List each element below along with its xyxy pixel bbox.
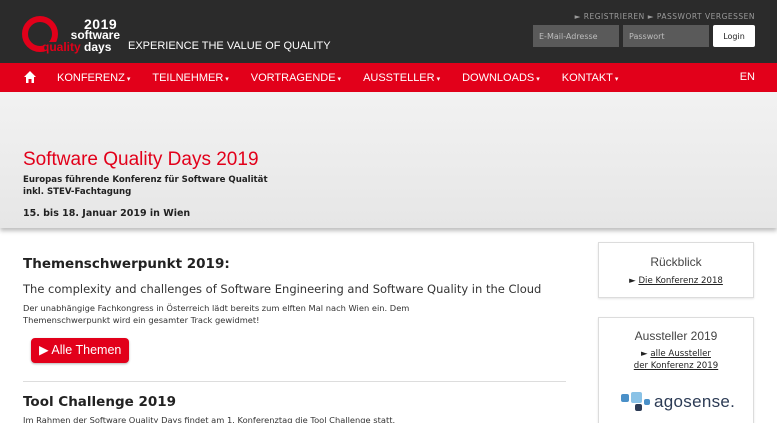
sponsor-name: agosense.: [654, 392, 736, 411]
home-icon[interactable]: [23, 70, 37, 84]
hero-title: Software Quality Days 2019: [23, 149, 259, 170]
login-button[interactable]: Login: [713, 25, 755, 47]
account-links: ► REGISTRIEREN ► PASSWORT VERGESSEN: [575, 12, 755, 21]
nav-item-konferenz[interactable]: KONFERENZ ▾: [57, 72, 130, 84]
link-alle-aussteller[interactable]: ► alle Aussteller der Konferenz 2019: [599, 348, 753, 372]
top-header: 2019 software quality days EXPERIENCE TH…: [0, 0, 777, 63]
nav-item-aussteller[interactable]: AUSSTELLER ▾: [363, 72, 440, 84]
logo-square-icon: [621, 394, 629, 402]
sponsor-logo-agosense[interactable]: agosense.: [621, 390, 741, 416]
nav-item-vortragende[interactable]: VORTRAGENDE ▾: [251, 72, 341, 84]
hero-banner: Software Quality Days 2019 Europas führe…: [0, 92, 777, 228]
sidebar-aussteller: Aussteller 2019 ► alle Aussteller der Ko…: [598, 317, 754, 423]
password-input[interactable]: [623, 25, 709, 47]
login-form: Login: [533, 25, 755, 47]
nav-item-downloads[interactable]: DOWNLOADS ▾: [462, 72, 540, 84]
sidebar-rueckblick-title: Rückblick: [650, 255, 702, 269]
register-link[interactable]: ► REGISTRIEREN: [575, 12, 645, 21]
sidebar-rueckblick: Rückblick ► Die Konferenz 2018: [598, 242, 754, 298]
logo-square-icon: [644, 399, 650, 405]
nav-item-kontakt[interactable]: KONTAKT ▾: [562, 72, 619, 84]
nav-item-teilnehmer[interactable]: TEILNEHMER ▾: [152, 72, 228, 84]
hero-date: 15. bis 18. Januar 2019 in Wien: [23, 208, 191, 219]
logo[interactable]: 2019 software quality days: [22, 14, 122, 54]
forgot-password-link[interactable]: ► PASSWORT VERGESSEN: [648, 12, 755, 21]
section-heading-themen: Themenschwerpunkt 2019:: [23, 256, 230, 272]
sidebar-aussteller-title: Aussteller 2019: [634, 329, 718, 343]
logo-quality-days: quality days: [42, 40, 112, 54]
nav-items: KONFERENZ ▾ TEILNEHMER ▾ VORTRAGENDE ▾ AUSS…: [57, 63, 640, 92]
logo-square-icon: [635, 404, 642, 411]
section-lead: The complexity and challenges of Softwar…: [23, 282, 542, 296]
logo-square-icon: [631, 392, 642, 403]
section-body: Der unabhängige Fachkongress in Österrei…: [23, 303, 410, 325]
tagline: EXPERIENCE THE VALUE OF QUALITY: [128, 40, 331, 52]
link-konferenz-2018[interactable]: ► Die Konferenz 2018: [599, 275, 753, 287]
tool-challenge-body: Im Rahmen der Software Quality Days find…: [23, 415, 396, 423]
section-heading-tool-challenge: Tool Challenge 2019: [23, 394, 177, 410]
main-nav: KONFERENZ ▾ TEILNEHMER ▾ VORTRAGENDE ▾ AUSS…: [0, 63, 777, 92]
language-switch[interactable]: EN: [740, 71, 755, 83]
hero-subtitle: Europas führende Konferenz für Software …: [23, 175, 268, 197]
all-topics-button[interactable]: ▶ Alle Themen: [31, 338, 130, 363]
email-input[interactable]: [533, 25, 619, 47]
divider: [23, 381, 566, 382]
